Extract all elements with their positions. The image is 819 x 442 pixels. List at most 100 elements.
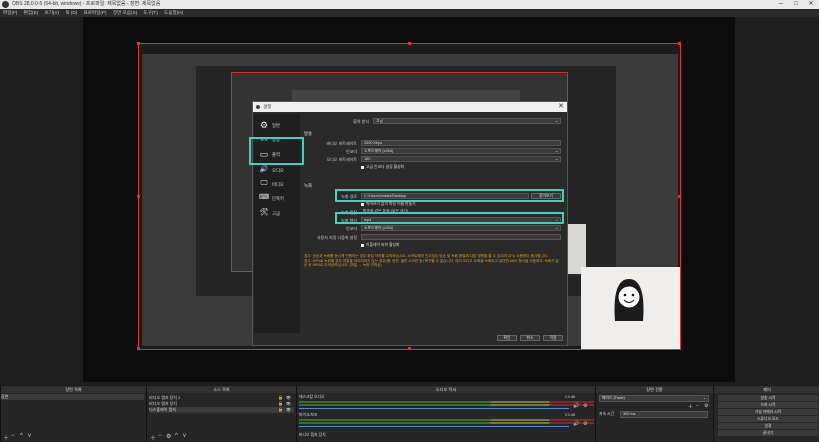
cancel-button[interactable]: 취소: [520, 335, 540, 341]
volume-slider[interactable]: [299, 408, 569, 409]
audio-bitrate-label: 오디오 비트레이트: [326, 157, 357, 162]
advanced-icon: 🛠: [259, 209, 269, 216]
transform-handle[interactable]: [137, 347, 140, 350]
transform-handle[interactable]: [137, 42, 140, 45]
audio-mixer-dock: 오디오 믹서 데스크탑 오디오 0.0 dB 🔊 ⚙ 마이크/보조 0.0 dB…: [296, 386, 595, 442]
warning-simultaneous: 경고: 방송과 녹화를 동시에 진행하는 경우 화질 저하를 주의하십시오. 소…: [304, 254, 549, 258]
output-tab-highlight: [249, 137, 304, 165]
ok-button[interactable]: 확인: [497, 335, 517, 341]
transform-handle[interactable]: [408, 42, 411, 45]
chevron-down-icon: ⌄: [554, 226, 558, 230]
minimize-button[interactable]: ─: [775, 0, 787, 9]
add-source-button[interactable]: ＋: [150, 433, 156, 442]
stream-encoder-label: 인코더: [345, 149, 357, 154]
transitions-title: 장면 전환: [596, 386, 713, 393]
eye-icon[interactable]: 👁: [286, 407, 291, 413]
advanced-encoder-checkbox[interactable]: 고급 인코더 설정 활성화: [361, 165, 404, 170]
menu-help[interactable]: 도움말(H): [164, 9, 183, 17]
transform-handle[interactable]: [678, 195, 681, 198]
menu-view[interactable]: 보기(V): [44, 9, 59, 17]
scenes-dock-title: 장면 목록: [1, 386, 146, 393]
mixer-channel-mic: 마이크/보조: [299, 413, 318, 417]
recording-encoder-select[interactable]: 소프트웨어 (x264) ⌄: [361, 225, 561, 231]
sidebar-item-audio[interactable]: 🔊 오디오: [257, 164, 299, 178]
start-streaming-button[interactable]: 방송 시작: [718, 395, 818, 401]
menu-scene-collection[interactable]: 장면 모음(S): [113, 9, 137, 17]
close-button[interactable]: ✕: [805, 0, 817, 9]
sidebar-item-general[interactable]: ⚙ 일반: [257, 119, 299, 133]
scene-item[interactable]: 장면: [1, 394, 144, 400]
source-item[interactable]: 디스플레이 캡처 🔓 👁: [149, 407, 294, 413]
maximize-button[interactable]: □: [790, 0, 802, 9]
gear-icon: ⚙: [259, 120, 269, 130]
sources-dock-title: 소스 목록: [147, 386, 296, 393]
transform-handle[interactable]: [408, 347, 411, 350]
volume-slider[interactable]: [299, 426, 569, 427]
add-transition-button[interactable]: ＋: [688, 403, 693, 410]
transitions-dock: 장면 전환 페이드 (Fade) ⌄ ＋ − ⚙ 지속 시간 300 ms: [595, 386, 713, 442]
transition-select[interactable]: 페이드 (Fade) ⌄: [599, 395, 709, 402]
output-mode-select[interactable]: 고급 ⌄: [373, 118, 561, 124]
start-virtual-camera-button[interactable]: 가상 카메라 시작: [718, 409, 818, 415]
menu-docks[interactable]: 독 (D): [65, 9, 77, 17]
duration-label: 지속 시간: [599, 412, 615, 416]
audio-mixer-title: 오디오 믹서: [297, 386, 595, 393]
output-mode-label: 출력 방식: [353, 119, 369, 124]
source-up-button[interactable]: ^: [175, 433, 178, 439]
chevron-down-icon: ⌄: [702, 396, 706, 400]
studio-mode-button[interactable]: 스튜디오 모드: [718, 416, 818, 422]
custom-muxer-input[interactable]: [361, 234, 561, 240]
mixer-channel-video-capture: 비디오 캡처 장치: [299, 433, 326, 437]
replay-buffer-checkbox[interactable]: 리플레이 버퍼 활성화: [361, 243, 400, 248]
settings-button[interactable]: 설정: [718, 423, 818, 429]
person-face-icon: [614, 279, 644, 321]
menu-edit[interactable]: 편집(E): [24, 9, 39, 17]
scene-down-button[interactable]: v: [28, 433, 31, 439]
sidebar-item-advanced[interactable]: 🛠 고급: [257, 207, 299, 221]
video-icon: 🖵: [260, 180, 268, 187]
dialog-close-button[interactable]: ✕: [558, 102, 564, 112]
remove-scene-button[interactable]: −: [11, 433, 15, 439]
add-scene-button[interactable]: ＋: [3, 433, 9, 442]
exit-button[interactable]: 끝내기: [718, 430, 818, 436]
video-bitrate-label: 비디오 비트레이트: [326, 141, 357, 146]
no-space-filename-checkbox[interactable]: 띄어쓰기 없이 파일 이름 만들기: [361, 202, 416, 207]
duration-spinbox[interactable]: 300 ms: [620, 411, 708, 418]
webcam-source[interactable]: [581, 267, 680, 349]
mixer-db-desktop: 0.0 dB: [564, 395, 575, 399]
speaker-icon[interactable]: 🔊: [573, 421, 579, 427]
audio-icon: 🔊: [259, 166, 269, 173]
window-title: OBS 28.0.0-5 (64-bit, windows) - 프로파일: 제…: [12, 1, 161, 7]
gear-icon[interactable]: ⚙: [583, 403, 587, 409]
remove-transition-button[interactable]: −: [696, 403, 699, 409]
sidebar-item-hotkeys[interactable]: ⌨ 단축키: [257, 192, 299, 206]
stream-encoder-select[interactable]: 소프트웨어 (x264) ⌄: [361, 148, 561, 154]
menu-file[interactable]: 파일(F): [3, 9, 17, 17]
audio-bitrate-select[interactable]: 160 ⌄: [361, 156, 561, 162]
source-properties-gear-icon[interactable]: ⚙: [166, 433, 171, 440]
obs-logo-icon: [2, 1, 9, 8]
warning-mp4: 경고: MP4로 녹화할 경우 파일을 마무리하지 않는 경우(예: 정전, 블…: [304, 258, 559, 268]
sidebar-item-video[interactable]: 🖵 비디오: [257, 178, 299, 192]
gear-icon[interactable]: ⚙: [583, 421, 587, 427]
menu-profile[interactable]: 프로파일(P): [84, 9, 107, 17]
volume-meter: [299, 422, 594, 424]
menu-tools[interactable]: 도구(T): [143, 9, 157, 17]
recording-encoder-label: 인코더: [345, 226, 357, 231]
obs-logo-icon: [256, 105, 260, 109]
dialog-title-bar: 설정 ✕: [253, 102, 567, 112]
apply-button[interactable]: 적용: [543, 335, 563, 341]
controls-dock: 제어 방송 시작 녹화 시작 가상 카메라 시작 스튜디오 모드 설정 끝내기: [713, 386, 819, 442]
speaker-icon[interactable]: 🔊: [573, 403, 579, 409]
transition-gear-icon[interactable]: ⚙: [704, 403, 708, 409]
transform-handle[interactable]: [678, 42, 681, 45]
video-bitrate-spinbox[interactable]: 2500 Kbps: [361, 140, 561, 146]
lock-icon[interactable]: 🔓: [278, 407, 283, 413]
start-recording-button[interactable]: 녹화 시작: [718, 402, 818, 408]
scene-up-button[interactable]: ^: [20, 433, 23, 439]
remove-source-button[interactable]: −: [158, 433, 162, 439]
warning-text: 경고: 방송과 녹화를 동시에 진행하는 경우 화질 저하를 주의하십시오. 소…: [304, 254, 562, 284]
recording-path-highlight: [335, 189, 564, 202]
source-down-button[interactable]: v: [183, 433, 186, 439]
transform-handle[interactable]: [137, 195, 140, 198]
